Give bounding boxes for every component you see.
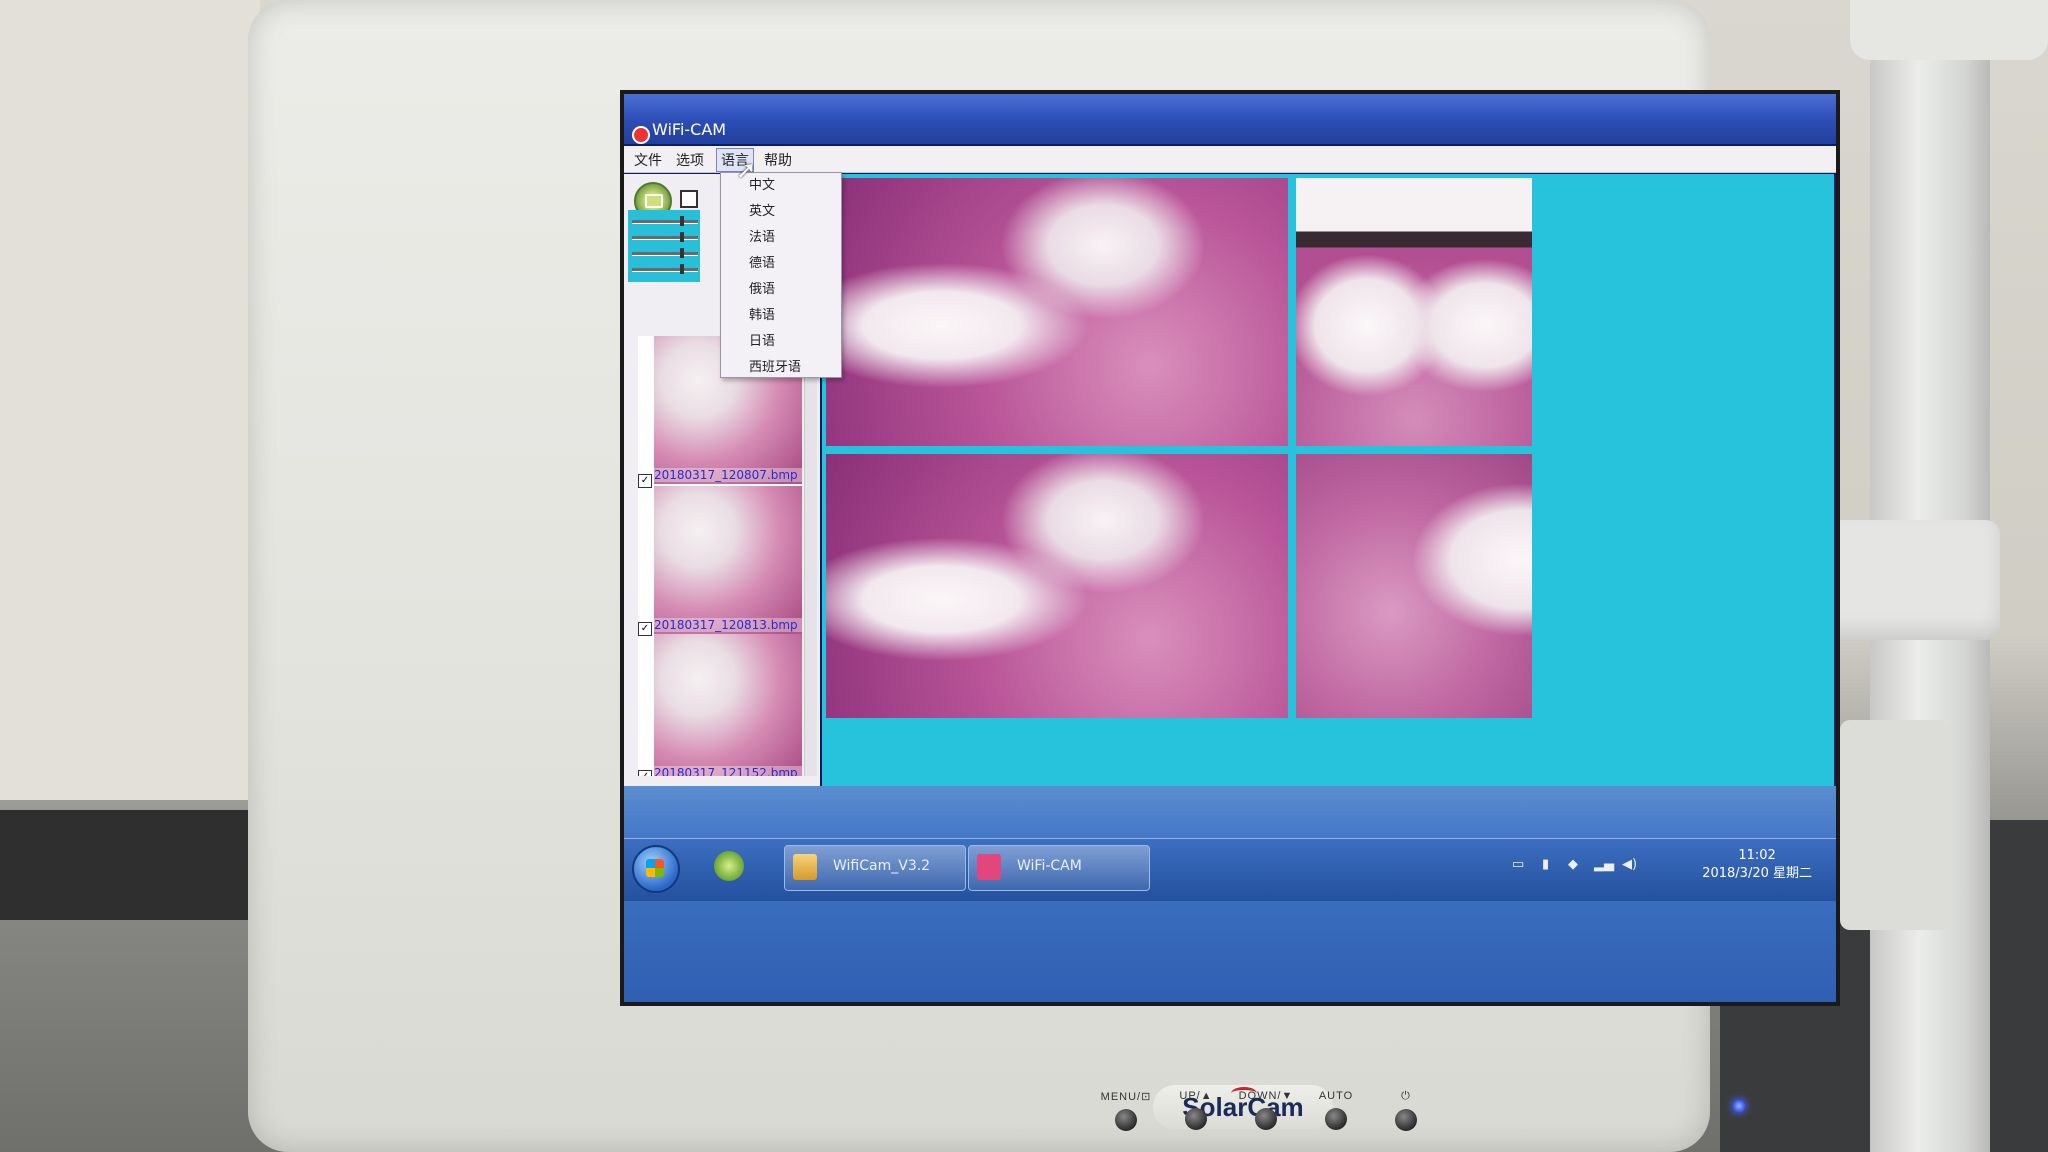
dark-counter <box>0 810 260 920</box>
clock-date: 2018/3/20 星期二 <box>1702 866 1812 881</box>
monitor-bezel: SolarCam MENU/⊡ UP/▲ DOWN/▼ AUTO ⏻ WiFi-… <box>248 0 1840 1152</box>
slider-thumb[interactable] <box>680 216 684 226</box>
slider-thumb[interactable] <box>680 232 684 242</box>
window-titlebar[interactable]: WiFi-CAM <box>624 94 1836 144</box>
thumbnail-checkbox[interactable]: ✓ <box>638 474 652 488</box>
power-led <box>1732 1099 1746 1113</box>
task-label: WiFi-CAM <box>1017 858 1082 874</box>
camera-app-icon <box>977 854 1001 880</box>
knob[interactable] <box>1185 1108 1207 1130</box>
thumbnail-filename: 20180317_120813.bmp <box>654 618 802 632</box>
hw-button-down[interactable]: DOWN/▼ <box>1231 1090 1301 1130</box>
image-view-4[interactable] <box>1296 454 1532 718</box>
taskbar-area: WifiCam_V3.2 WiFi-CAM ▭ ▮ ◆ ▂▄ ◀) 11:02 … <box>624 786 1836 1002</box>
hw-button-label: MENU/⊡ <box>1100 1091 1152 1103</box>
task-wificam-folder[interactable]: WifiCam_V3.2 <box>784 845 966 891</box>
thumbnail-list: ✓ 20180317_120807.bmp ✓ 20180317_120813.… <box>638 336 802 776</box>
menu-item-russian[interactable]: 俄语 <box>721 277 841 303</box>
system-tray: ▭ ▮ ◆ ▂▄ ◀) 11:02 2018/3/20 星期二 <box>1512 847 1812 887</box>
slider-3[interactable] <box>632 248 698 258</box>
option-checkbox[interactable] <box>680 190 698 208</box>
slider-4[interactable] <box>632 264 698 274</box>
hw-button-label: UP/▲ <box>1179 1090 1213 1102</box>
menu-options[interactable]: 选项 <box>672 150 708 170</box>
signal-icon[interactable]: ▂▄ <box>1594 857 1614 872</box>
thumbnail-checkbox[interactable]: ✓ <box>638 622 652 636</box>
slider-1[interactable] <box>632 216 698 226</box>
hw-button-up[interactable]: UP/▲ <box>1161 1090 1231 1130</box>
image-view-2[interactable] <box>1296 178 1532 446</box>
flag-icon[interactable]: ▮ <box>1542 857 1558 872</box>
menu-item-german[interactable]: 德语 <box>721 251 841 277</box>
screen-icon <box>645 194 663 208</box>
thumbnail-filename: 20180317_120807.bmp <box>654 468 802 482</box>
knob[interactable] <box>1395 1109 1417 1131</box>
volume-icon[interactable]: ◀) <box>1622 857 1638 872</box>
thumbnail-image[interactable]: 20180317_121152.bmp <box>654 634 802 776</box>
taskbar: WifiCam_V3.2 WiFi-CAM ▭ ▮ ◆ ▂▄ ◀) 11:02 … <box>624 838 1836 901</box>
hw-button-label: DOWN/▼ <box>1238 1090 1294 1102</box>
thumbnail-checkbox[interactable]: ✓ <box>638 770 652 776</box>
knob[interactable] <box>1255 1108 1277 1130</box>
hw-button-power[interactable]: ⏻ <box>1371 1090 1441 1131</box>
language-menu: 中文 英文 法语 德语 俄语 韩语 日语 西班牙语 <box>720 172 842 378</box>
clock-time: 11:02 <box>1738 848 1776 863</box>
knob[interactable] <box>1325 1108 1347 1130</box>
menu-item-japanese[interactable]: 日语 <box>721 329 841 355</box>
menu-item-english[interactable]: 英文 <box>721 199 841 225</box>
thumbnail-filename: 20180317_121152.bmp <box>654 766 802 776</box>
hw-button-auto[interactable]: AUTO <box>1301 1090 1371 1130</box>
quick-launch-icon[interactable] <box>714 851 744 881</box>
windows-logo-icon <box>646 859 664 877</box>
image-view-1[interactable] <box>826 178 1288 446</box>
wall <box>0 0 260 800</box>
clock[interactable]: 11:02 2018/3/20 星期二 <box>1702 847 1812 883</box>
image-viewer-grid <box>822 174 1834 786</box>
menu-item-korean[interactable]: 韩语 <box>721 303 841 329</box>
menu-help[interactable]: 帮助 <box>760 150 796 170</box>
power-icon: ⏻ <box>1401 1090 1411 1102</box>
thumbnail-image[interactable]: 20180317_120813.bmp <box>654 486 802 634</box>
image-view-3[interactable] <box>826 454 1288 718</box>
knob[interactable] <box>1115 1109 1137 1131</box>
slider-thumb[interactable] <box>680 248 684 258</box>
menu-file[interactable]: 文件 <box>630 150 666 170</box>
app-icon <box>632 126 650 144</box>
hw-button-label: AUTO <box>1318 1090 1354 1102</box>
task-label: WifiCam_V3.2 <box>833 858 931 874</box>
hw-button-menu[interactable]: MENU/⊡ <box>1091 1090 1161 1131</box>
network-icon[interactable]: ◆ <box>1568 857 1584 872</box>
keyboard-icon[interactable]: ▭ <box>1512 857 1528 872</box>
window-title: WiFi-CAM <box>652 120 727 139</box>
menu-item-spanish[interactable]: 西班牙语 <box>721 355 841 381</box>
folder-icon <box>793 854 817 880</box>
mount-bracket <box>1840 720 1950 930</box>
mouse-cursor-icon: ➚ <box>736 156 757 184</box>
task-wificam-app[interactable]: WiFi-CAM <box>968 845 1150 891</box>
thumbnail-scrollbar[interactable] <box>804 336 817 776</box>
adjust-sliders <box>628 210 700 282</box>
screen: WiFi-CAM 文件 选项 语言 帮助 中文 英文 法语 德语 俄语 韩语 日… <box>620 90 1840 1006</box>
start-button[interactable] <box>632 845 680 893</box>
slider-2[interactable] <box>632 232 698 242</box>
slider-thumb[interactable] <box>680 264 684 274</box>
menu-item-french[interactable]: 法语 <box>721 225 841 251</box>
pillar-cap <box>1850 0 2048 60</box>
menubar: 文件 选项 语言 帮助 <box>624 146 1836 173</box>
